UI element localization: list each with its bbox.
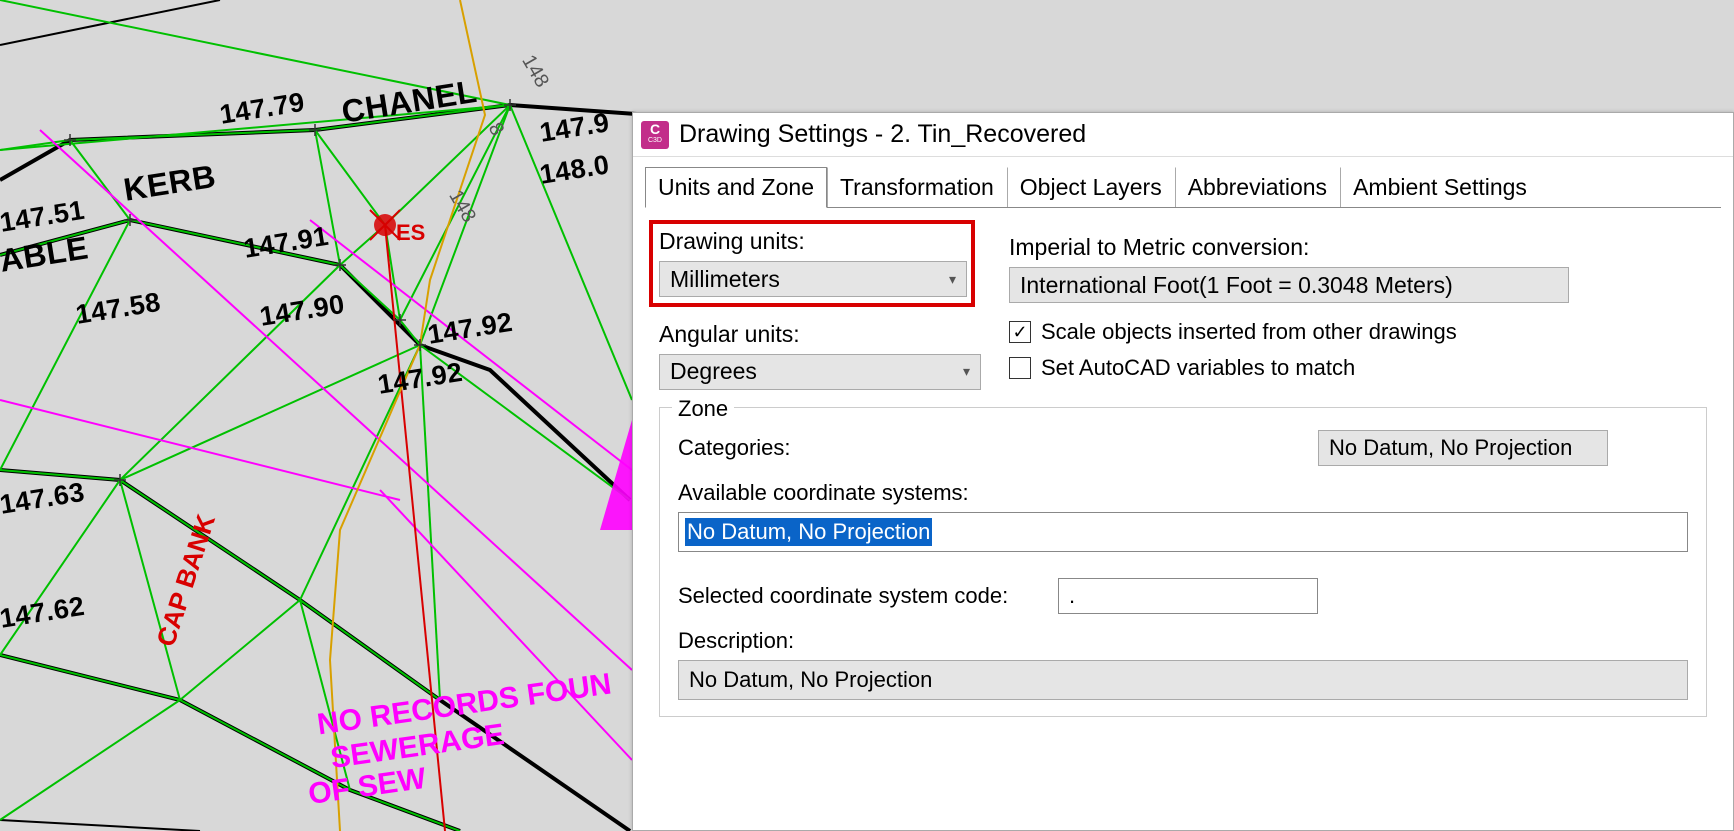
dialog-titlebar[interactable]: C C3D Drawing Settings - 2. Tin_Recovere…: [633, 113, 1733, 157]
tab-units-zone[interactable]: Units and Zone: [645, 167, 827, 208]
checkbox-checked-icon: ✓: [1009, 321, 1031, 343]
chevron-down-icon: ▾: [963, 363, 970, 380]
chevron-down-icon: ▾: [949, 271, 956, 288]
conversion-combo[interactable]: International Foot(1 Foot = 0.3048 Meter…: [1009, 267, 1569, 303]
description-label: Description:: [678, 628, 1688, 654]
available-coord-label: Available coordinate systems:: [678, 480, 1688, 506]
description-box: No Datum, No Projection: [678, 660, 1688, 700]
tab-strip: Units and Zone Transformation Object Lay…: [633, 157, 1733, 208]
drawing-units-combo[interactable]: Millimeters ▾: [659, 261, 967, 297]
scale-objects-checkbox-row[interactable]: ✓ Scale objects inserted from other draw…: [1009, 319, 1707, 345]
categories-label: Categories:: [678, 435, 1318, 461]
zone-group-title: Zone: [672, 396, 734, 422]
available-coord-select[interactable]: No Datum, No Projection: [678, 512, 1688, 552]
selected-coord-item: No Datum, No Projection: [685, 518, 932, 546]
tab-abbreviations[interactable]: Abbreviations: [1175, 167, 1340, 208]
angular-units-label: Angular units:: [659, 321, 1009, 348]
selected-code-label: Selected coordinate system code:: [678, 583, 1058, 609]
marker-label-es: ES: [396, 220, 425, 246]
set-autocad-label: Set AutoCAD variables to match: [1041, 355, 1355, 381]
drawing-settings-dialog: C C3D Drawing Settings - 2. Tin_Recovere…: [632, 112, 1734, 831]
conversion-label: Imperial to Metric conversion:: [1009, 234, 1707, 261]
tab-object-layers[interactable]: Object Layers: [1007, 167, 1175, 208]
tab-transformation[interactable]: Transformation: [827, 167, 1007, 208]
zone-group: Zone Categories: No Datum, No Projection…: [659, 407, 1707, 717]
dialog-title: Drawing Settings - 2. Tin_Recovered: [679, 120, 1086, 149]
selected-code-input[interactable]: [1058, 578, 1318, 614]
drawing-units-label: Drawing units:: [659, 228, 967, 255]
drawing-units-highlight: Drawing units: Millimeters ▾: [651, 222, 973, 305]
tab-panel-units-zone: Drawing units: Millimeters ▾ Imperial to…: [645, 207, 1721, 727]
categories-combo[interactable]: No Datum, No Projection: [1318, 430, 1608, 466]
set-autocad-checkbox-row[interactable]: Set AutoCAD variables to match: [1009, 355, 1707, 381]
tab-ambient-settings[interactable]: Ambient Settings: [1340, 167, 1540, 208]
civil3d-icon: C C3D: [641, 121, 669, 149]
scale-objects-label: Scale objects inserted from other drawin…: [1041, 319, 1457, 345]
checkbox-unchecked-icon: [1009, 357, 1031, 379]
angular-units-combo[interactable]: Degrees ▾: [659, 354, 981, 390]
